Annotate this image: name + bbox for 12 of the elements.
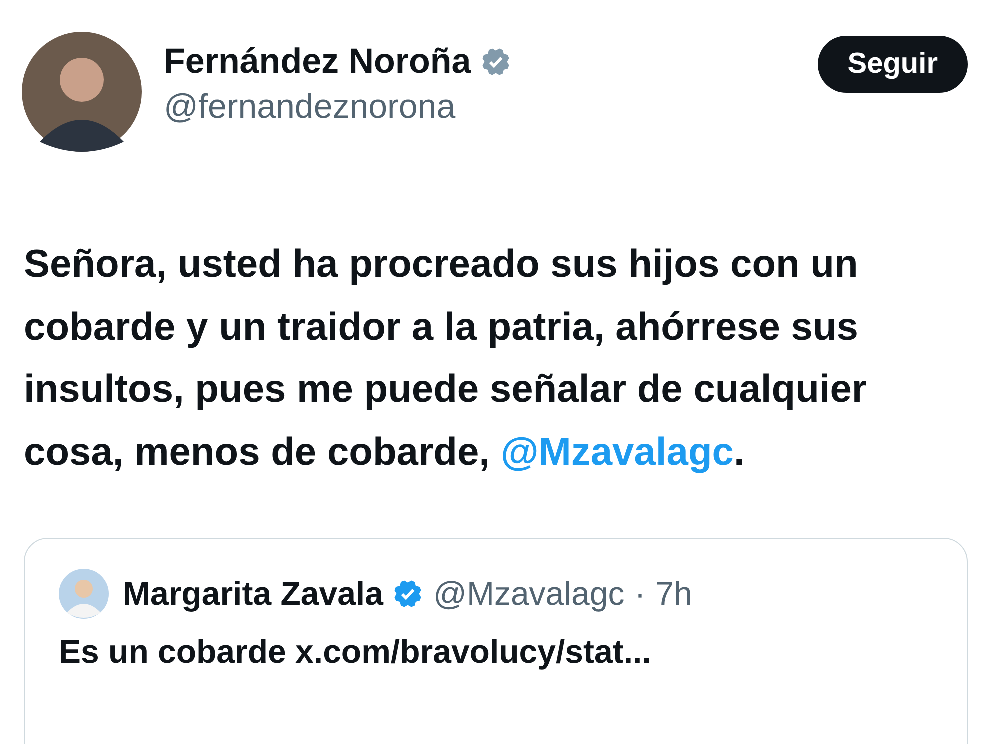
quoted-author-handle[interactable]: @Mzavalagc — [433, 575, 625, 613]
author-name[interactable]: Fernández Noroña — [164, 42, 472, 82]
follow-button[interactable]: Seguir — [818, 36, 968, 93]
author-handle[interactable]: @fernandeznorona — [164, 88, 796, 127]
avatar-icon[interactable] — [22, 32, 142, 152]
quoted-tweet-card[interactable]: Margarita Zavala @Mzavalagc · 7h Es un cobarde x.com/bravolucy/stat... — [24, 538, 968, 744]
post-time: 7h — [656, 575, 692, 613]
tweet-text: Señora, usted ha procreado sus hijos con un cobarde y un traidor a la patria, ahórrese sus insultos, pues me puede señalar de cualquier cosa, menos de cobarde, @Mzavalagc. — [24, 242, 868, 476]
separator-dot: · — [634, 575, 646, 613]
quoted-author-name[interactable]: Margarita Zavala — [123, 575, 384, 613]
avatar-icon — [59, 569, 109, 619]
quoted-tweet-text: Es un cobarde x.com/bravolucy/stat... — [59, 633, 652, 671]
